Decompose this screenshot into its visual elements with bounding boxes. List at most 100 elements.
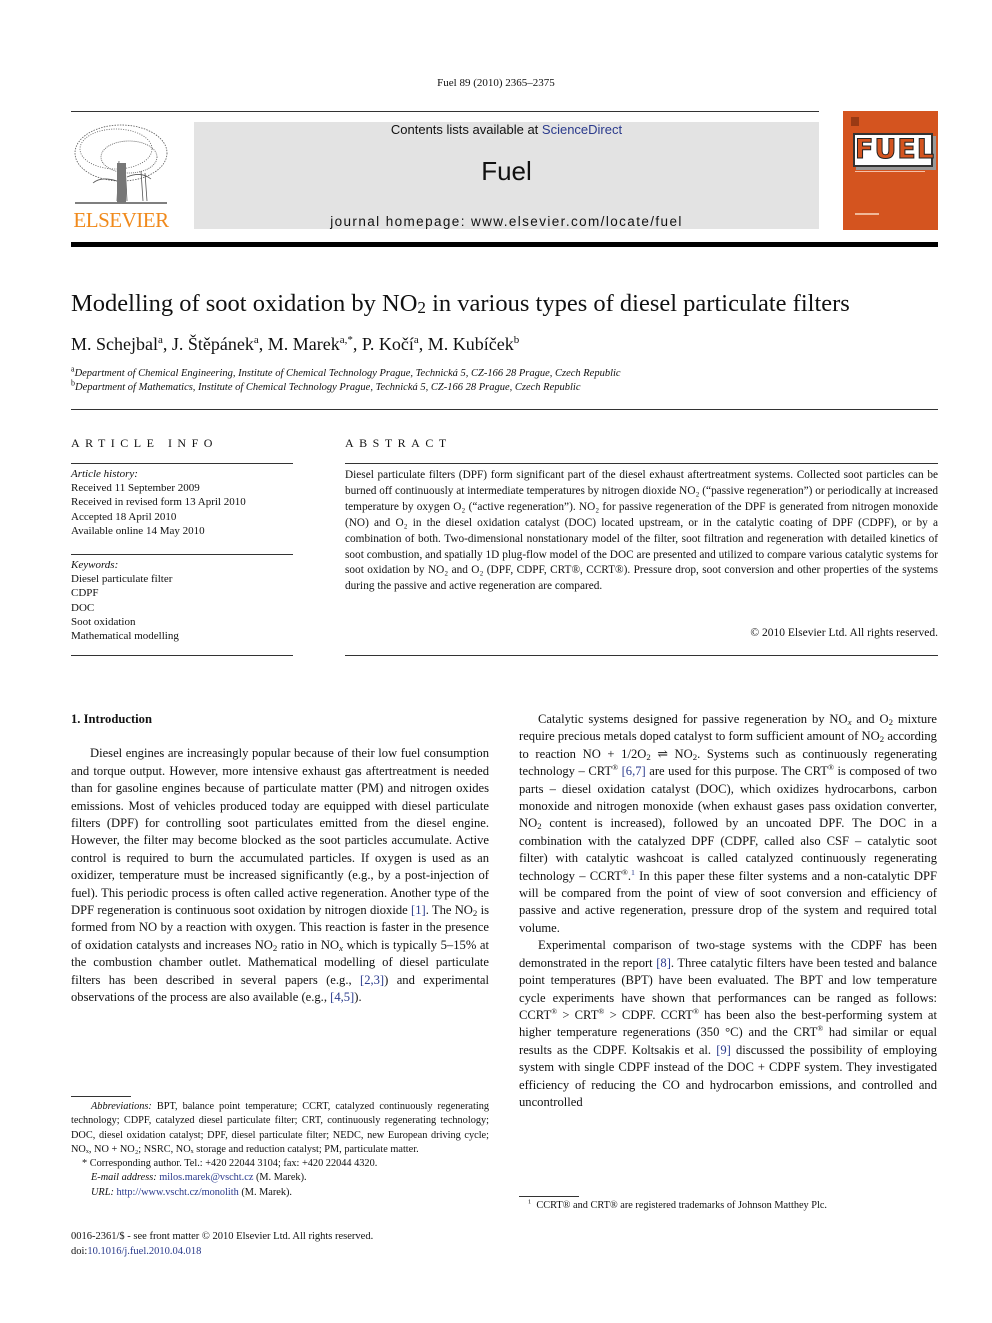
abbreviations-label: Abbreviations:: [91, 1101, 152, 1112]
keyword: Mathematical modelling: [71, 630, 179, 643]
running-head: Fuel 89 (2010) 2365–2375: [437, 77, 555, 89]
journal-homepage-link[interactable]: journal homepage: www.elsevier.com/locat…: [194, 214, 819, 229]
front-matter: 0016-2361/$ - see front matter © 2010 El…: [71, 1230, 489, 1259]
body-paragraph: Diesel engines are increasingly popular …: [71, 746, 489, 1005]
citation-link[interactable]: [6,7]: [622, 764, 646, 778]
affiliation-b: bDepartment of Mathematics, Institute of…: [71, 379, 581, 393]
tree-icon: [74, 124, 168, 204]
subscript: 2: [472, 908, 478, 919]
abstract-heading: ABSTRACT: [345, 436, 452, 450]
citation-link[interactable]: [4,5]: [330, 990, 354, 1004]
subscript: x: [847, 717, 852, 727]
affiliation-text: Department of Mathematics, Institute of …: [75, 382, 581, 393]
author-affiliation-mark: a,*: [339, 334, 353, 346]
abstract-copyright: © 2010 Elsevier Ltd. All rights reserved…: [750, 627, 938, 639]
url-label: URL:: [91, 1186, 114, 1198]
superscript: ®: [551, 1006, 558, 1016]
section-heading-introduction: 1. Introduction: [71, 712, 152, 726]
subscript: 2: [888, 717, 893, 727]
email-suffix: (M. Marek).: [253, 1172, 307, 1184]
author-affiliation-mark: a: [253, 334, 259, 346]
superscript: ®: [612, 763, 619, 773]
email-note: E-mail address: milos.marek@vscht.cz (M.…: [71, 1171, 489, 1185]
author[interactable]: M. Schejbala: [71, 334, 163, 354]
subscript: 2: [692, 751, 698, 762]
superscript: ®: [598, 1006, 605, 1016]
footnote-rule: [71, 1096, 131, 1097]
cover-title: FUEL: [853, 133, 936, 167]
subscript: 2: [646, 751, 651, 762]
body-paragraph: Catalytic systems designed for passive r…: [519, 712, 938, 935]
author-name: P. Kočí: [361, 334, 414, 354]
cover-footer-line: [855, 213, 879, 215]
keywords-label: Keywords:: [71, 559, 119, 571]
header-thick-rule: [71, 242, 938, 247]
footnote-mark: 1: [528, 1198, 532, 1206]
author-affiliation-mark: a: [158, 334, 163, 346]
abstract-text: Diesel particulate filters (DPF) form si…: [345, 469, 938, 593]
title-separator-rule: [71, 409, 938, 410]
author[interactable]: P. Kočía: [362, 334, 419, 354]
author[interactable]: M. Mareka,*: [268, 334, 353, 354]
sciencedirect-link[interactable]: ScienceDirect: [542, 122, 622, 137]
url-link[interactable]: http://www.vscht.cz/monolith: [116, 1187, 238, 1198]
title-text-end: in various types of diesel particulate f…: [425, 290, 850, 317]
divider: [345, 655, 938, 656]
divider: [345, 463, 938, 464]
publisher-wordmark: ELSEVIER: [73, 208, 169, 232]
history-label: Article history:: [71, 468, 138, 480]
doi-link[interactable]: 10.1016/j.fuel.2010.04.018: [87, 1246, 201, 1257]
subscript: 2: [879, 734, 885, 745]
superscript: ®: [817, 1024, 824, 1034]
trademark-text: CCRT® and CRT® are registered trademarks…: [536, 1200, 827, 1211]
article-info-heading: ARTICLE INFO: [71, 436, 218, 450]
divider: [71, 655, 293, 656]
doi-line: doi:10.1016/j.fuel.2010.04.018: [71, 1245, 489, 1260]
contents-line: Contents lists available at ScienceDirec…: [194, 122, 819, 137]
journal-name: Fuel: [481, 156, 532, 186]
author-affiliation-mark: a: [413, 334, 419, 346]
cover-publisher-mark-icon: [851, 117, 859, 126]
subscript: x: [339, 942, 344, 953]
author[interactable]: M. Kubíčekb: [428, 334, 519, 354]
corresponding-author-note: * Corresponding author. Tel.: +420 22044…: [82, 1158, 378, 1170]
corresponding-text: Corresponding author. Tel.: +420 22044 3…: [89, 1158, 378, 1170]
author[interactable]: J. Štěpáneka: [172, 334, 259, 354]
footnote-rule: [519, 1196, 579, 1197]
affiliation-a: aDepartment of Chemical Engineering, Ins…: [71, 365, 621, 379]
author-name: M. Schejbal: [71, 334, 158, 354]
top-rule: [71, 111, 819, 112]
citation-link[interactable]: [2,3]: [360, 973, 384, 987]
body-column-left: 1. Introduction Diesel engines are incre…: [71, 711, 489, 1007]
author-list: M. Schejbala, J. Štěpáneka, M. Mareka,*,…: [71, 334, 520, 354]
footnote-link[interactable]: 1: [631, 867, 635, 876]
doi-label: doi:: [71, 1245, 88, 1257]
trademark-footnote: 1 CCRT® and CRT® are registered trademar…: [528, 1198, 827, 1211]
journal-cover-thumbnail[interactable]: FUEL: [843, 111, 938, 230]
email-link[interactable]: milos.marek@vscht.cz: [159, 1172, 253, 1183]
keyword: Diesel particulate filter: [71, 573, 173, 586]
url-note: URL: http://www.vscht.cz/monolith (M. Ma…: [71, 1186, 489, 1200]
title-text: Modelling of soot oxidation by NO: [71, 290, 418, 317]
superscript: ®: [828, 763, 834, 773]
history-item: Received in revised form 13 April 2010: [71, 496, 246, 509]
history-item: Accepted 18 April 2010: [71, 510, 177, 523]
author-affiliation-mark: b: [513, 334, 520, 346]
contents-prefix: Contents lists available at: [390, 122, 542, 137]
subscript: 2: [537, 821, 542, 832]
cover-subtitle-line: [855, 171, 925, 172]
citation-link[interactable]: [1]: [411, 903, 426, 917]
title-subscript: 2: [417, 298, 426, 317]
keywords: Keywords: Diesel particulate filter CDPF…: [71, 558, 293, 643]
superscript: ®: [621, 867, 628, 877]
url-suffix: (M. Marek).: [238, 1186, 292, 1198]
abbreviations-note: Abbreviations: BPT, balance point temper…: [71, 1100, 489, 1157]
author-name: M. Kubíček: [427, 334, 514, 354]
subscript: 2: [272, 942, 278, 953]
citation-link[interactable]: [9]: [716, 1043, 731, 1057]
body-column-right: Catalytic systems designed for passive r…: [519, 711, 937, 1111]
affiliation-text: Department of Chemical Engineering, Inst…: [74, 368, 621, 379]
article-history: Article history: Received 11 September 2…: [71, 467, 293, 538]
author-name: J. Štěpánek: [171, 334, 254, 354]
citation-link[interactable]: [8]: [656, 956, 671, 970]
